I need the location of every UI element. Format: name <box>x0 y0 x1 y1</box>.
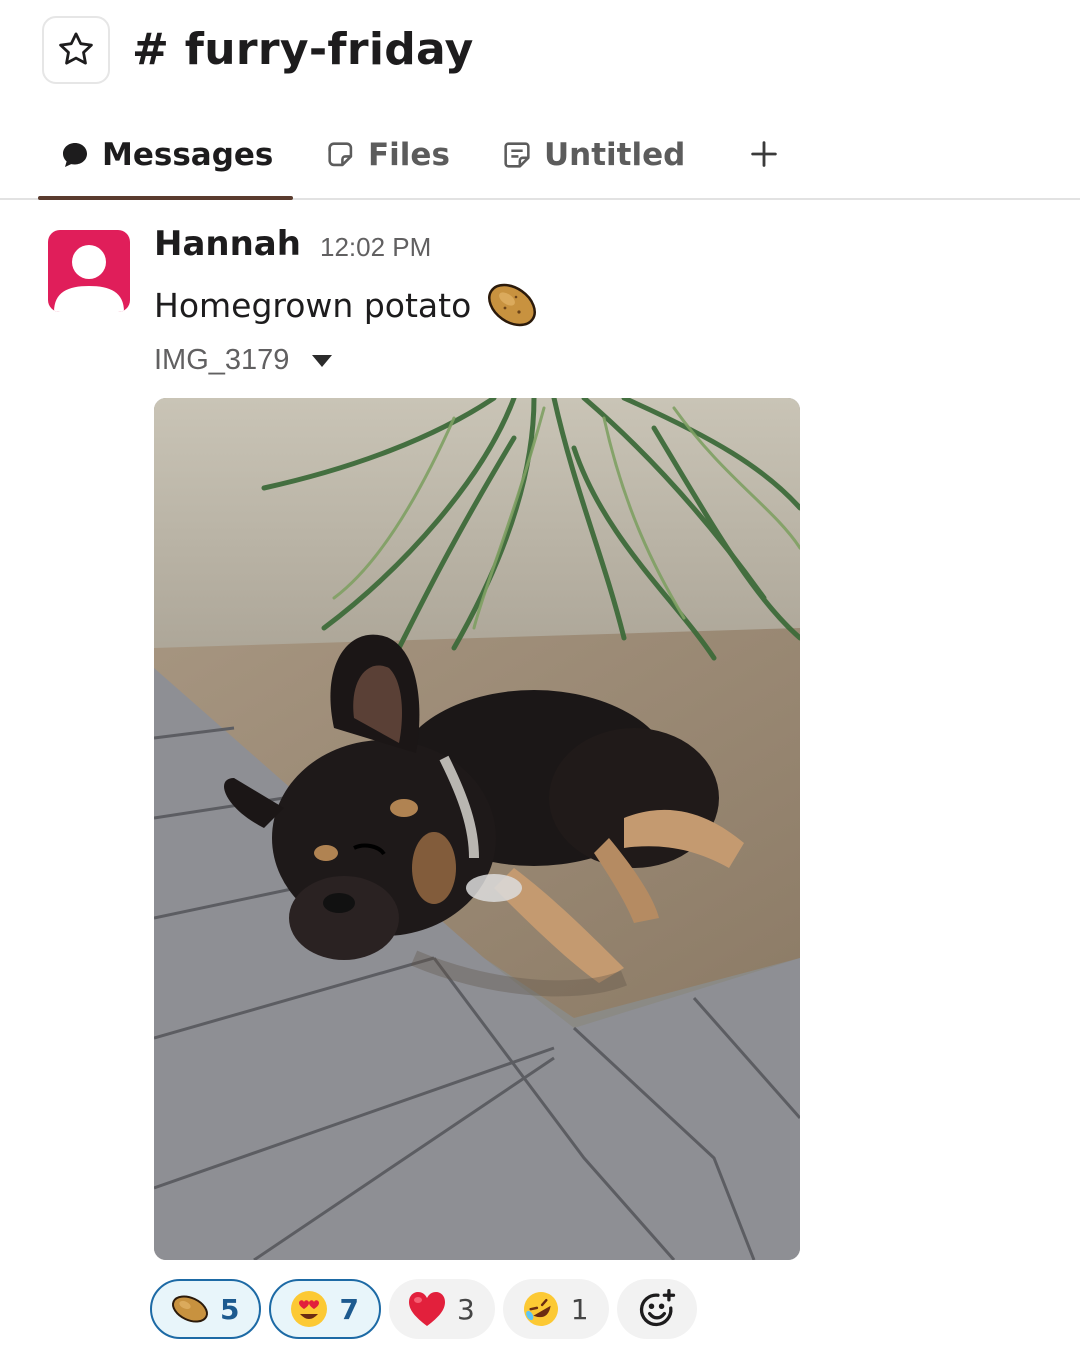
add-reaction-button[interactable] <box>616 1279 697 1339</box>
add-tab-button[interactable] <box>742 130 786 178</box>
message-author[interactable]: Hannah <box>154 224 301 264</box>
reactions-bar: 5 7 3 1 <box>150 1279 697 1339</box>
tab-label: Untitled <box>544 137 686 173</box>
active-tab-indicator <box>38 196 293 200</box>
reaction-heart-eyes[interactable]: 7 <box>269 1279 381 1339</box>
attachment-filename: IMG_3179 <box>154 344 290 376</box>
channel-header: # furry-friday <box>0 0 1080 110</box>
potato-emoji <box>488 283 537 327</box>
star-outline-icon <box>59 32 93 65</box>
reaction-potato[interactable]: 5 <box>150 1279 262 1339</box>
message-timestamp[interactable]: 12:02 PM <box>320 232 431 263</box>
channel-title[interactable]: # furry-friday <box>132 24 474 75</box>
caret-down-icon[interactable] <box>311 354 333 368</box>
red-heart-emoji <box>408 1292 445 1326</box>
message-bubble-icon <box>58 138 92 172</box>
message-text: Homegrown potato <box>154 278 539 332</box>
reaction-count: 5 <box>220 1292 240 1326</box>
potato-emoji <box>172 1295 208 1323</box>
rofl-emoji <box>523 1292 558 1326</box>
avatar[interactable] <box>48 230 130 312</box>
reaction-count: 3 <box>456 1292 475 1326</box>
reaction-red-heart[interactable]: 3 <box>388 1279 495 1339</box>
star-channel-button[interactable] <box>42 16 110 84</box>
files-icon <box>324 138 358 172</box>
tab-messages[interactable]: Messages <box>58 112 273 198</box>
image-attachment[interactable] <box>154 398 800 1260</box>
attachment-header[interactable]: IMG_3179 <box>154 344 333 377</box>
reaction-count: 1 <box>570 1292 589 1326</box>
reaction-rofl[interactable]: 1 <box>502 1279 609 1339</box>
plus-icon <box>751 141 777 167</box>
channel-tabs: Messages Files Untitled <box>0 112 1080 200</box>
reaction-count: 7 <box>339 1292 359 1326</box>
tab-files[interactable]: Files <box>324 112 450 198</box>
add-reaction-icon <box>639 1289 675 1327</box>
heart-eyes-emoji <box>291 1291 328 1327</box>
tab-label: Files <box>368 137 450 173</box>
tab-label: Messages <box>102 137 274 173</box>
message-body: Homegrown potato <box>154 285 472 325</box>
tab-untitled[interactable]: Untitled <box>500 112 685 198</box>
canvas-doc-icon <box>500 138 534 172</box>
